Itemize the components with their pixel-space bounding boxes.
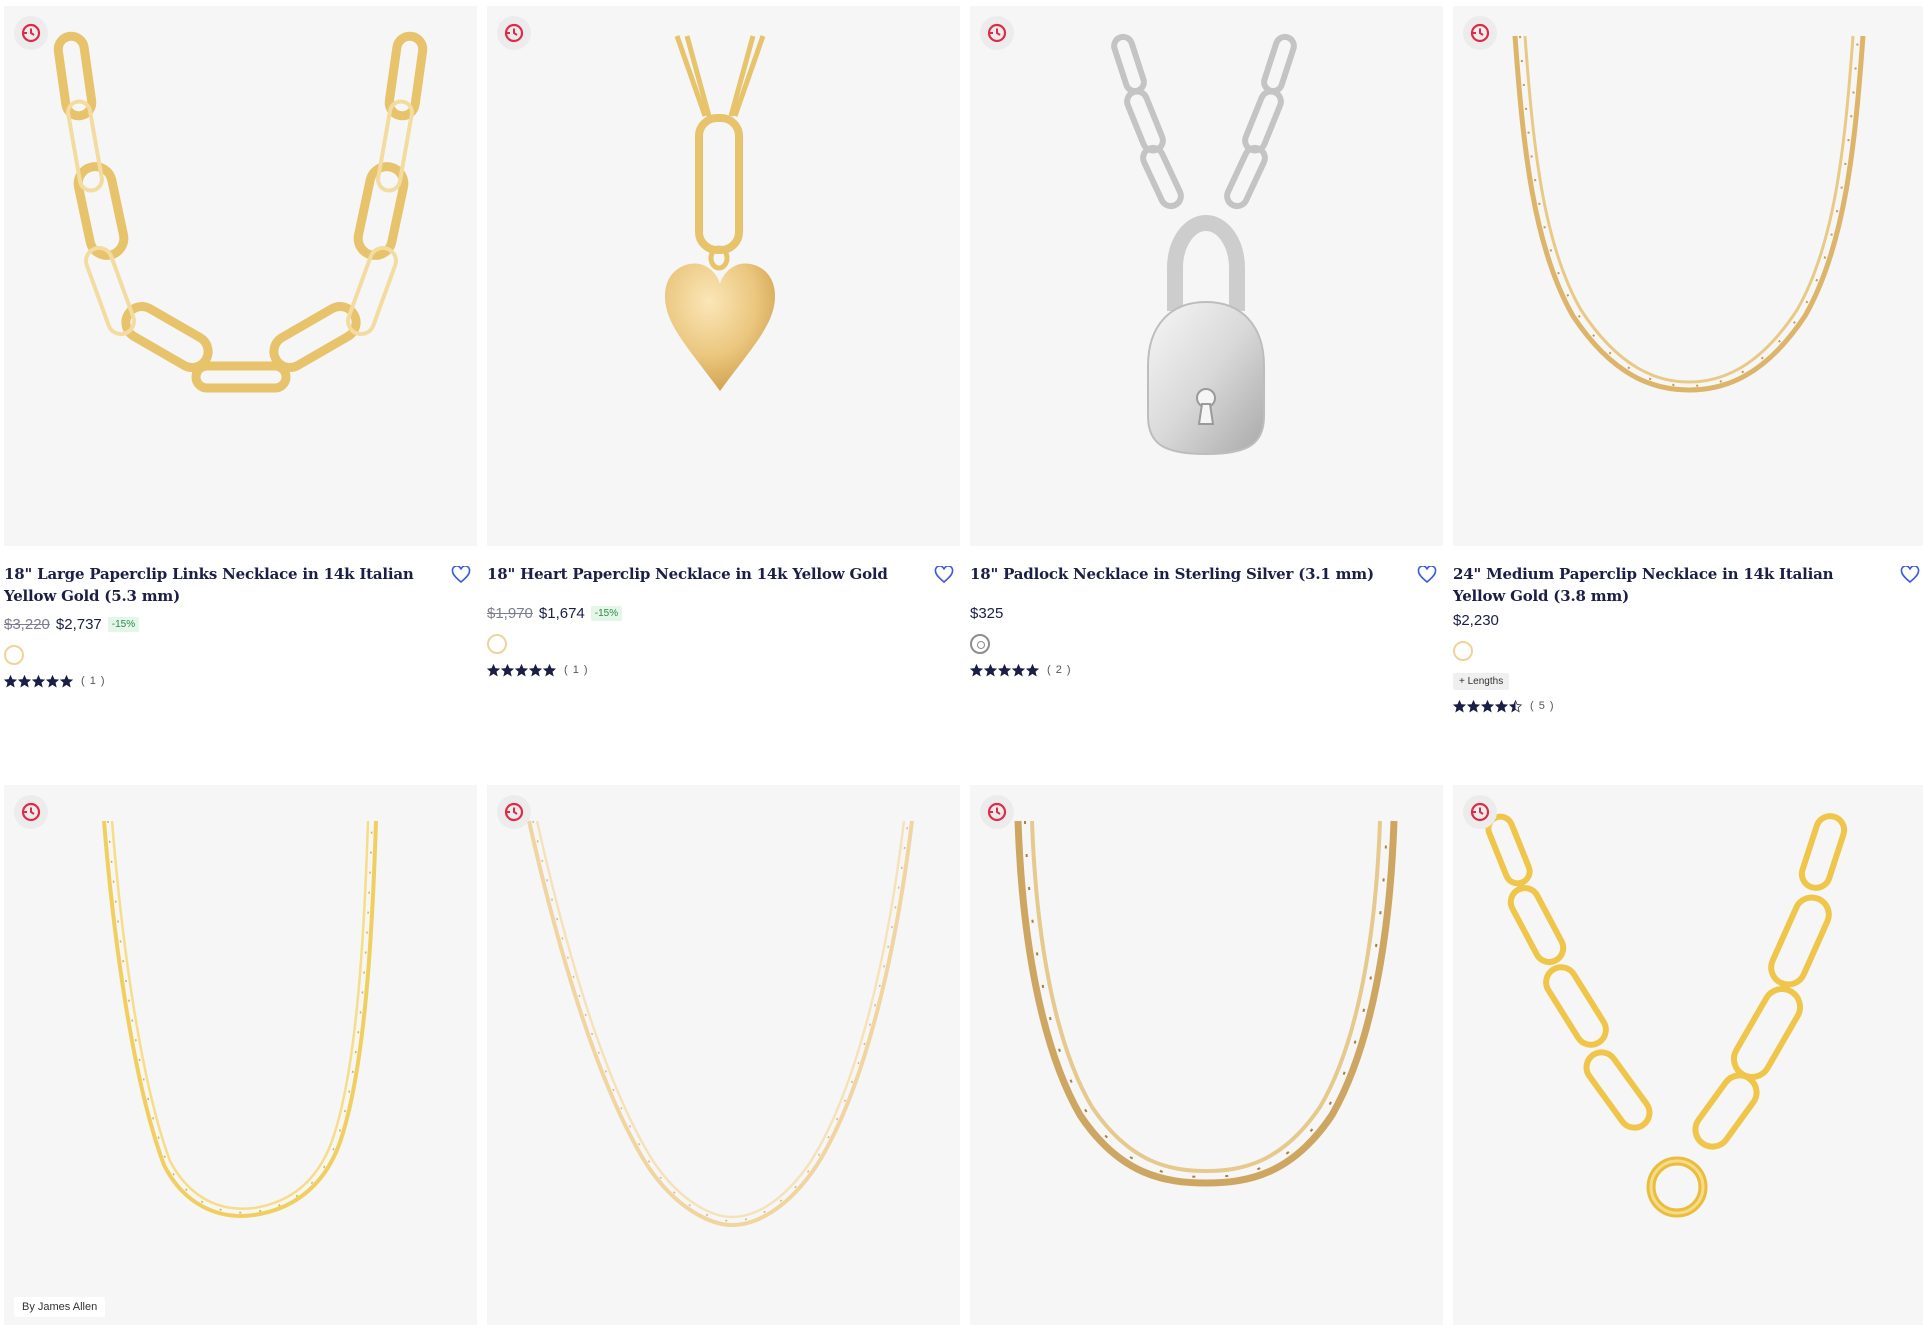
- product-image[interactable]: [970, 785, 1443, 1325]
- heart-pendant-necklace-image: [665, 35, 775, 391]
- star-icon: [1509, 699, 1522, 712]
- product-title[interactable]: 18" Heart Paperclip Necklace in 14k Yell…: [487, 563, 960, 585]
- star-icon: [515, 663, 528, 676]
- sale-price: $2,737: [55, 615, 102, 633]
- rating: ( 1 ): [4, 673, 477, 689]
- star-icon: [1012, 663, 1025, 676]
- star-icon: [60, 674, 73, 687]
- star-icon: [18, 674, 31, 687]
- product-title[interactable]: 18" Padlock Necklace in Sterling Silver …: [970, 563, 1443, 585]
- review-count[interactable]: ( 1 ): [81, 675, 106, 687]
- product-card[interactable]: [970, 785, 1443, 1325]
- rating: ( 5 ): [1453, 698, 1923, 714]
- rating: ( 2 ): [970, 662, 1443, 678]
- padlock-necklace-image: [1111, 33, 1297, 456]
- quick-ship-icon: [497, 16, 531, 50]
- rating: ( 1 ): [487, 662, 960, 678]
- large-paperclip-necklace-image: [53, 31, 428, 393]
- star-rating: [970, 663, 1039, 677]
- sale-price: $1,674: [538, 604, 585, 622]
- product-card[interactable]: By James Allen: [4, 785, 477, 1325]
- product-card[interactable]: 18" Heart Paperclip Necklace in 14k Yell…: [487, 6, 960, 678]
- star-rating: [487, 663, 556, 677]
- review-count[interactable]: ( 2 ): [1047, 664, 1072, 676]
- product-title[interactable]: 18" Large Paperclip Links Necklace in 14…: [4, 563, 477, 607]
- star-rating: [1453, 699, 1522, 713]
- star-icon: [487, 663, 500, 676]
- product-image[interactable]: [1453, 6, 1923, 546]
- metal-swatch-yellow-gold[interactable]: [4, 645, 24, 665]
- medium-paperclip-necklace-image: [1512, 35, 1866, 393]
- price: $325: [970, 604, 1004, 622]
- wishlist-heart-icon[interactable]: [1900, 566, 1920, 584]
- star-icon: [970, 663, 983, 676]
- review-count[interactable]: ( 1 ): [564, 664, 589, 676]
- star-icon: [543, 663, 556, 676]
- thin-paperclip-necklace-image: [102, 820, 378, 1218]
- product-image[interactable]: [487, 6, 960, 546]
- star-icon: [1026, 663, 1039, 676]
- star-icon: [32, 674, 45, 687]
- discount-badge: -15%: [107, 616, 140, 632]
- star-icon: [1481, 699, 1494, 712]
- product-image[interactable]: [1453, 785, 1923, 1325]
- star-icon: [501, 663, 514, 676]
- wishlist-heart-icon[interactable]: [1417, 566, 1437, 584]
- metal-swatch-yellow-gold[interactable]: [1453, 641, 1473, 661]
- product-card[interactable]: 24" Medium Paperclip Necklace in 14k Ita…: [1453, 6, 1923, 714]
- star-icon: [46, 674, 59, 687]
- review-count[interactable]: ( 5 ): [1530, 700, 1555, 712]
- product-card[interactable]: 18" Padlock Necklace in Sterling Silver …: [970, 6, 1443, 678]
- product-image[interactable]: [487, 785, 960, 1325]
- wishlist-heart-icon[interactable]: [451, 566, 471, 584]
- quick-ship-icon: [14, 16, 48, 50]
- brand-badge: By James Allen: [14, 1297, 106, 1317]
- quick-ship-icon: [1463, 16, 1497, 50]
- product-image[interactable]: By James Allen: [4, 785, 477, 1325]
- quick-ship-icon: [980, 16, 1014, 50]
- quick-ship-icon: [1463, 795, 1497, 829]
- wishlist-heart-icon[interactable]: [934, 566, 954, 584]
- product-image[interactable]: [970, 6, 1443, 546]
- star-icon: [4, 674, 17, 687]
- star-icon: [1467, 699, 1480, 712]
- star-icon: [1495, 699, 1508, 712]
- discount-badge: -15%: [590, 605, 623, 621]
- original-price: $1,970: [487, 604, 533, 622]
- product-image[interactable]: [4, 6, 477, 546]
- quick-ship-icon: [980, 795, 1014, 829]
- bold-paperclip-necklace-image: [1014, 820, 1398, 1187]
- product-card[interactable]: 18" Large Paperclip Links Necklace in 14…: [4, 6, 477, 689]
- lengths-chip[interactable]: + Lengths: [1453, 673, 1510, 690]
- quick-ship-icon: [14, 795, 48, 829]
- product-title[interactable]: 24" Medium Paperclip Necklace in 14k Ita…: [1453, 563, 1923, 607]
- metal-swatch-sterling-silver[interactable]: [970, 634, 990, 654]
- star-icon: [998, 663, 1011, 676]
- product-card[interactable]: [487, 785, 960, 1325]
- star-icon: [984, 663, 997, 676]
- star-icon: [529, 663, 542, 676]
- price: $2,230: [1453, 611, 1499, 629]
- product-card[interactable]: [1453, 785, 1923, 1325]
- original-price: $3,220: [4, 615, 50, 633]
- quick-ship-icon: [497, 795, 531, 829]
- paperclip-necklace-with-ring-clasp-image: [1485, 813, 1848, 1218]
- star-icon: [1453, 699, 1466, 712]
- metal-swatch-yellow-gold[interactable]: [487, 634, 507, 654]
- rose-gold-paperclip-necklace-image: [527, 820, 914, 1228]
- star-rating: [4, 674, 73, 688]
